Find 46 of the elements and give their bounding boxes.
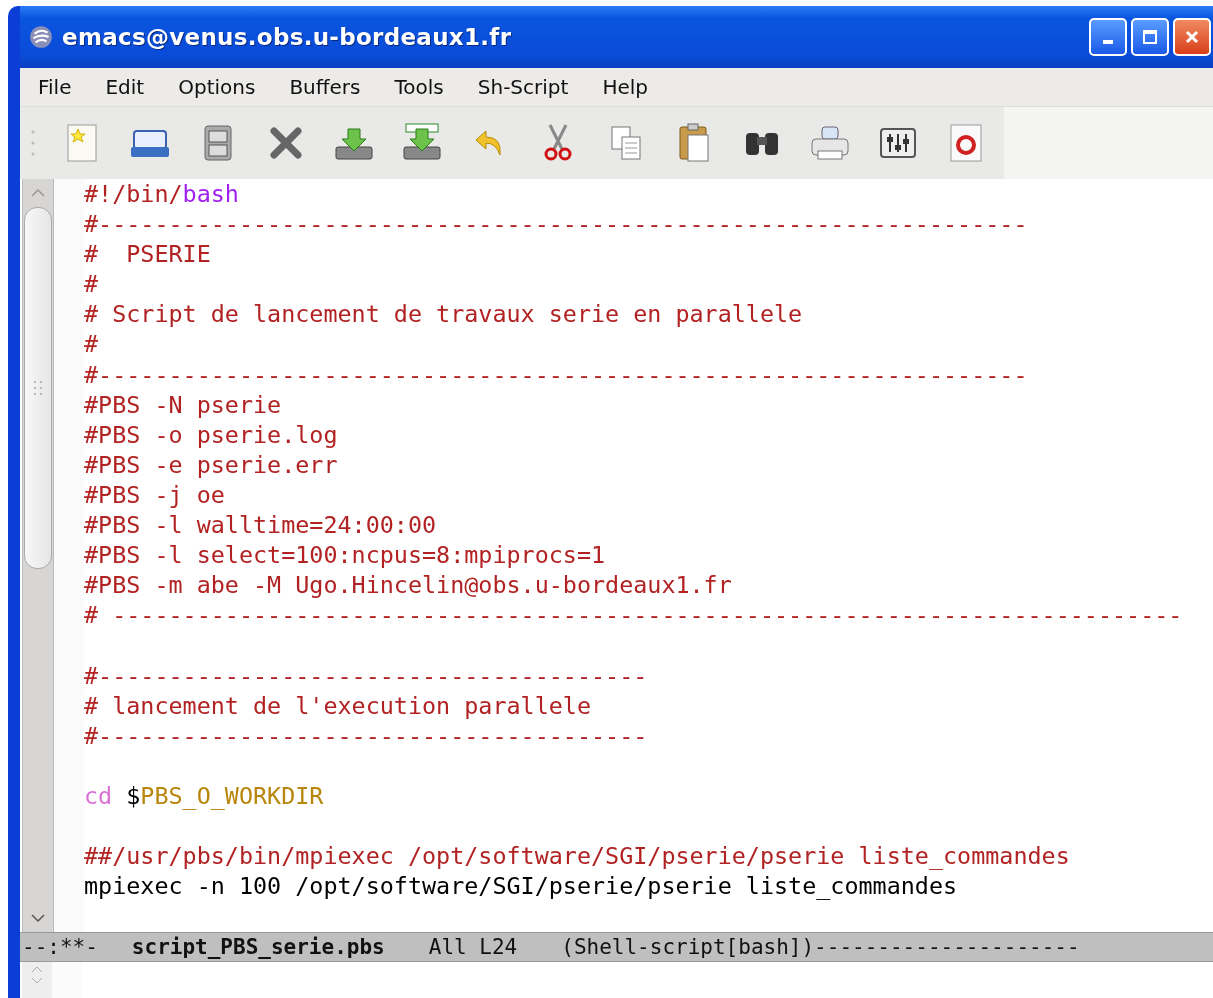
code-line: #PBS -o pserie.log bbox=[84, 420, 339, 451]
code-line: #--------------------------------------- bbox=[84, 661, 649, 692]
code-line: #PBS -l select=100:ncpus=8:mpiprocs=1 bbox=[84, 541, 607, 572]
code-line: #PBS -l walltime=24:00:00 bbox=[84, 511, 438, 542]
code-line: # PSERIE bbox=[84, 240, 212, 271]
close-button[interactable] bbox=[1173, 18, 1211, 56]
scroll-down-icon[interactable] bbox=[30, 912, 46, 924]
code-line: #--------------------------------------- bbox=[84, 721, 649, 752]
code-line: # Script de lancement de travaux serie en parallele bbox=[84, 300, 804, 331]
code-line: #!/bin/bash bbox=[84, 180, 240, 210]
code-line: #------------------------------------------------------------------ bbox=[84, 360, 1029, 391]
code-line: # bbox=[84, 270, 100, 301]
menu-item[interactable]: Sh-Script bbox=[459, 75, 585, 99]
code-line: ##/usr/pbs/bin/mpiexec /opt/software/SGI/pserie/pserie liste_commandes bbox=[84, 842, 1071, 873]
code-line: # ---------------------------------------------------------------------------- bbox=[84, 601, 1184, 632]
window-title: emacs@venus.obs.u-bordeaux1.fr bbox=[62, 24, 512, 50]
code-line: # bbox=[84, 330, 100, 361]
grip-icon bbox=[33, 379, 43, 397]
menu-item[interactable]: Options bbox=[160, 75, 272, 99]
menu-item[interactable]: Edit bbox=[87, 75, 161, 99]
maximize-icon bbox=[1142, 29, 1158, 45]
minimize-icon bbox=[1103, 40, 1113, 44]
close-icon bbox=[1184, 29, 1200, 45]
code-line: # lancement de l'execution parallele bbox=[84, 691, 592, 722]
modeline-status: --:**- bbox=[22, 935, 98, 959]
code-line: #PBS -j oe bbox=[84, 480, 226, 511]
menu-item[interactable]: Help bbox=[584, 75, 664, 99]
code-line: #PBS -N pserie bbox=[84, 390, 283, 421]
menu-item[interactable]: Tools bbox=[376, 75, 460, 99]
toolbar-grip-icon bbox=[30, 128, 36, 158]
code-line: #PBS -e pserie.err bbox=[84, 450, 339, 481]
major-mode: (Shell-script[bash])--------------------- bbox=[561, 935, 1080, 959]
gnu-logo-icon bbox=[28, 24, 54, 50]
buffer-name: script_PBS_serie.pbs bbox=[131, 935, 385, 959]
scrollbar[interactable] bbox=[22, 179, 54, 932]
menu-item[interactable]: Buffers bbox=[271, 75, 377, 99]
maximize-button[interactable] bbox=[1131, 18, 1169, 56]
code-line: cd $PBS_O_WORKDIR bbox=[84, 781, 325, 812]
scrollbar-thumb[interactable] bbox=[24, 207, 52, 569]
fringe bbox=[52, 962, 82, 998]
code-line: #PBS -m abe -M Ugo.Hincelin@obs.u-bordeaux1.fr bbox=[84, 571, 733, 602]
minimize-button[interactable] bbox=[1089, 18, 1127, 56]
cursor-position: All L24 bbox=[428, 935, 518, 959]
menu-item[interactable]: File bbox=[20, 75, 88, 99]
code-line: #------------------------------------------------------------------ bbox=[84, 210, 1029, 241]
code-line: mpiexec -n 100 /opt/software/SGI/pserie/pserie liste_commandes bbox=[84, 872, 959, 903]
